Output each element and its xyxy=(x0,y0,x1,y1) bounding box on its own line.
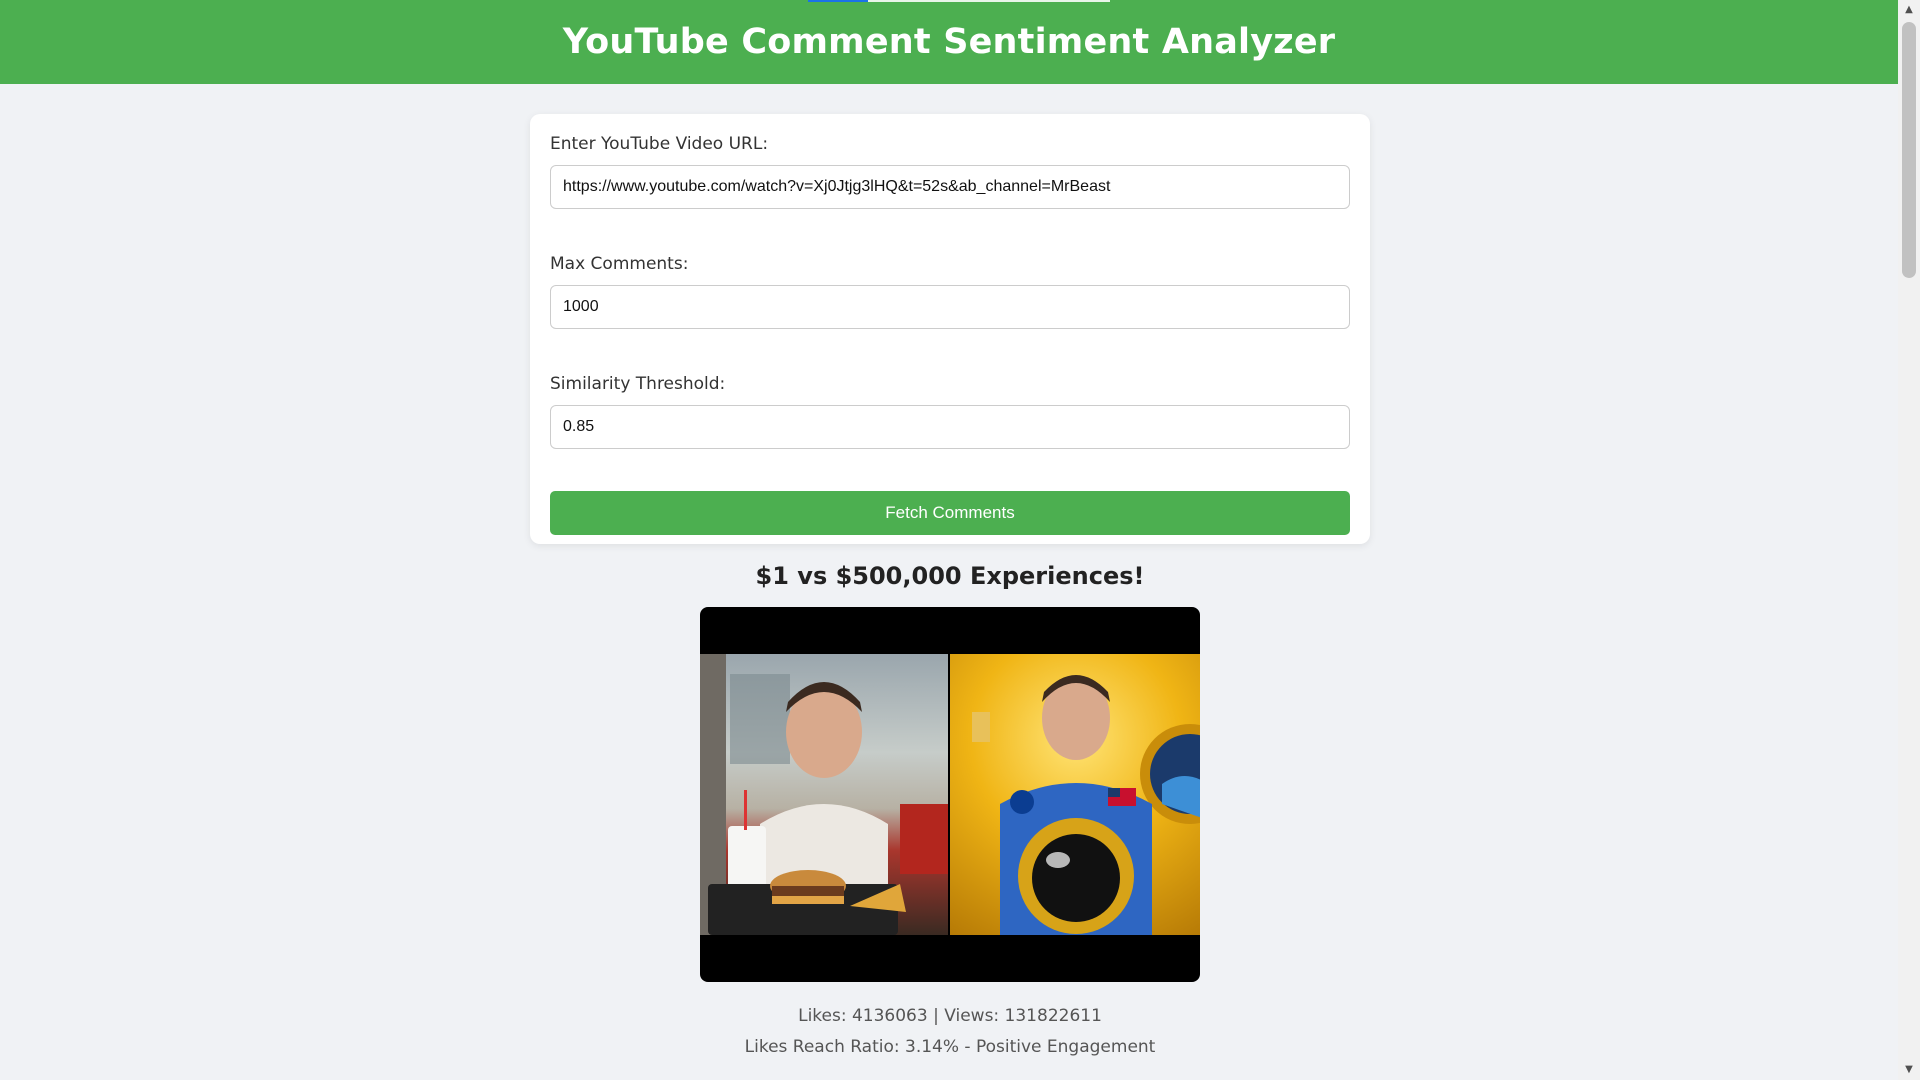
thumbnail-right-panel xyxy=(950,654,1200,935)
max-comments-label: Max Comments: xyxy=(550,254,689,274)
scrollbar-thumb[interactable] xyxy=(1902,22,1916,278)
top-progress-bar xyxy=(808,0,1110,2)
thumbnail-image xyxy=(700,654,1200,935)
video-title: $1 vs $500,000 Experiences! xyxy=(755,562,1145,590)
max-comments-field-group: Max Comments: xyxy=(550,254,1350,329)
video-stats: Likes: 4136063 | Views: 131822611 xyxy=(798,1006,1102,1026)
progress-indicator xyxy=(808,0,868,2)
input-form-card: Enter YouTube Video URL: Max Comments: S… xyxy=(530,114,1370,544)
app-header: YouTube Comment Sentiment Analyzer xyxy=(0,0,1898,84)
threshold-field-group: Similarity Threshold: xyxy=(550,374,1350,449)
thumbnail-left-panel xyxy=(700,654,948,935)
likes-reach-ratio: Likes Reach Ratio: 3.14% - Positive Enga… xyxy=(744,1037,1156,1057)
scroll-down-icon[interactable]: ▼ xyxy=(1898,1060,1920,1080)
page-title: YouTube Comment Sentiment Analyzer xyxy=(562,22,1336,62)
url-input[interactable] xyxy=(550,165,1350,209)
thumbnail-right-art xyxy=(972,675,1200,935)
thumbnail-left-art xyxy=(700,654,948,935)
page-scrollbar[interactable]: ▲ ▼ xyxy=(1898,0,1920,1080)
max-comments-input[interactable] xyxy=(550,285,1350,329)
threshold-input[interactable] xyxy=(550,405,1350,449)
threshold-label: Similarity Threshold: xyxy=(550,374,726,394)
fetch-comments-button[interactable]: Fetch Comments xyxy=(550,491,1350,535)
url-label: Enter YouTube Video URL: xyxy=(550,134,769,154)
video-thumbnail xyxy=(700,607,1200,982)
url-field-group: Enter YouTube Video URL: xyxy=(550,134,1350,209)
scroll-up-icon[interactable]: ▲ xyxy=(1898,0,1920,20)
